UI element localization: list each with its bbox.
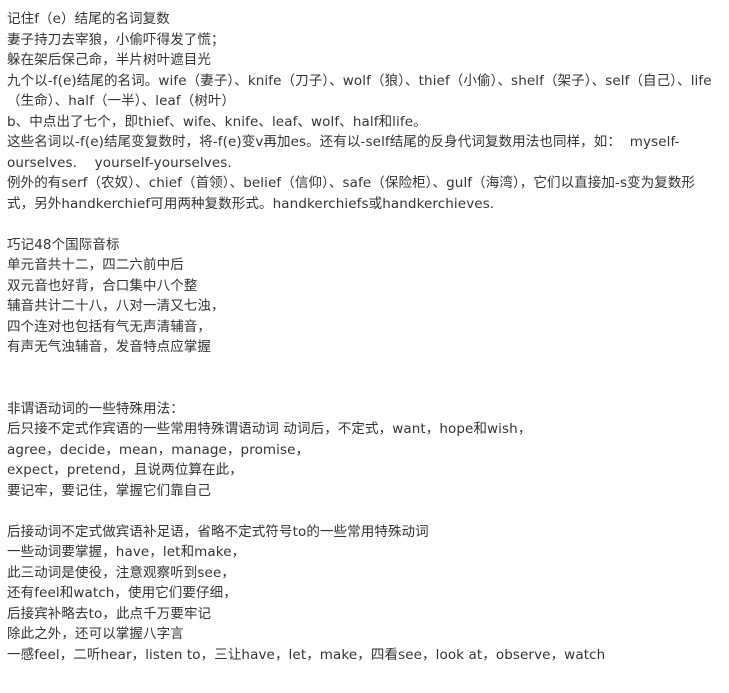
paragraph-line: 九个以-f(e)结尾的名词。wife（妻子）、knife（刀子）、wolf（狼）… <box>7 72 712 110</box>
paragraph-line: 还有feel和watch，使用它们要仔细， <box>7 585 237 601</box>
section-heading: 后接动词不定式做宾语补足语，省略不定式符号to的一些常用特殊动词 <box>7 523 429 540</box>
paragraph-line: 后只接不定式作宾语的一些常用特殊谓语动词 动词后，不定式，want，hope和w… <box>7 421 532 437</box>
paragraph-line: 后接宾补略去to，此点千万要牢记 <box>7 605 212 622</box>
paragraph-line: 辅音共计二十八，八对一清又七浊， <box>7 298 225 314</box>
paragraph-line: 一些动词要掌握，have，let和make， <box>7 544 246 560</box>
section-heading: 非谓语动词的一些特殊用法： <box>7 400 184 417</box>
paragraph-line: 单元音共十二，四二六前中后 <box>7 257 184 273</box>
paragraph-line: 妻子持刀去宰狼，小偷吓得发了慌； <box>7 31 225 48</box>
paragraph-line: 要记牢，要记住，掌握它们靠自己 <box>7 482 211 499</box>
paragraph-line: 除此之外，还可以掌握八字言 <box>7 626 184 642</box>
paragraph-line: 躲在架后保己命，半片树叶遮目光 <box>7 52 211 68</box>
paragraph-line: 一感feel，二听hear，listen to，三让have，let，make，… <box>7 646 606 663</box>
paragraph-line: 记住f（e）结尾的名词复数 <box>7 11 170 27</box>
section-heading: 巧记48个国际音标 <box>7 236 120 253</box>
paragraph-line: b、中点出了七个，即thief、wife、knife、leaf、wolf、hal… <box>7 113 427 130</box>
paragraph-line: 这些名词以-f(e)结尾变复数时，将-f(e)变v再加es。还有以-self结尾… <box>7 134 680 171</box>
paragraph-line: agree，decide，mean，manage，promise， <box>7 441 310 458</box>
paragraph-line: 此三动词是使役，注意观察听到see， <box>7 564 235 581</box>
paragraph-line: 四个连对也包括有气无声清辅音， <box>7 318 211 335</box>
paragraph-line: 有声无气浊辅音，发音特点应掌握 <box>7 339 211 355</box>
paragraph-line: expect，pretend，且说两位算在此， <box>7 462 243 478</box>
paragraph-line: 例外的有serf（农奴）、chief（首领）、belief（信仰）、safe（保… <box>7 175 696 212</box>
document-body: 记住f（e）结尾的名词复数 妻子持刀去宰狼，小偷吓得发了慌； 躲在架后保己命，半… <box>0 0 729 665</box>
paragraph-line: 双元音也好背，合口集中八个整 <box>7 277 198 294</box>
